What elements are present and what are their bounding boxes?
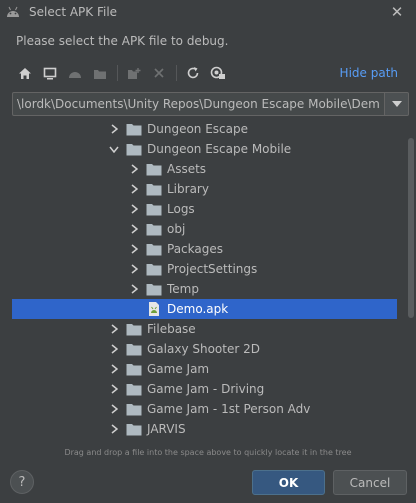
tree-folder-row[interactable]: Game Jam - Driving xyxy=(12,379,397,399)
chevron-right-icon[interactable] xyxy=(108,383,120,395)
tree-folder-row[interactable]: Game Jam xyxy=(12,359,397,379)
chevron-right-icon[interactable] xyxy=(108,403,120,415)
tree-folder-row[interactable]: Assets xyxy=(12,159,397,179)
module-icon[interactable] xyxy=(89,62,111,84)
ok-button[interactable]: OK xyxy=(252,470,325,495)
android-icon[interactable] xyxy=(64,62,86,84)
folder-icon xyxy=(126,362,142,376)
folder-icon xyxy=(146,262,162,276)
folder-icon xyxy=(126,382,142,396)
chevron-right-icon[interactable] xyxy=(128,263,140,275)
delete-icon[interactable] xyxy=(148,62,170,84)
tree-folder-row[interactable]: Filebase xyxy=(12,319,397,339)
tree-row-label: Game Jam xyxy=(147,362,210,376)
desktop-icon[interactable] xyxy=(39,62,61,84)
path-history-dropdown[interactable] xyxy=(385,92,409,116)
tree-folder-row[interactable]: Logs xyxy=(12,199,397,219)
chevron-right-icon[interactable] xyxy=(108,323,120,335)
tree-folder-row[interactable]: Packages xyxy=(12,239,397,259)
folder-icon xyxy=(146,182,162,196)
tree-row-label: Game Jam - 1st Person Adv xyxy=(147,402,311,416)
tree-folder-row[interactable]: obj xyxy=(12,219,397,239)
chevron-down-icon[interactable] xyxy=(108,143,120,155)
chevron-right-icon[interactable] xyxy=(128,183,140,195)
title-bar: Select APK File ✕ xyxy=(0,0,416,24)
tree-scrollbar[interactable] xyxy=(408,138,414,318)
tree-row-label: Dungeon Escape xyxy=(147,122,248,136)
toolbar-separator xyxy=(117,65,118,81)
folder-icon xyxy=(126,322,142,336)
chevron-right-icon[interactable] xyxy=(128,203,140,215)
folder-icon xyxy=(126,422,142,436)
drag-drop-hint: Drag and drop a file into the space abov… xyxy=(64,448,352,457)
tree-row-label: Logs xyxy=(167,202,195,216)
folder-icon xyxy=(126,122,142,136)
tree-row-label: Library xyxy=(167,182,209,196)
tree-folder-row[interactable]: Galaxy Shooter 2D xyxy=(12,339,397,359)
path-input[interactable] xyxy=(12,92,385,116)
chevron-right-icon[interactable] xyxy=(128,163,140,175)
tree-row-label: Demo.apk xyxy=(167,302,229,316)
file-tree[interactable]: Dungeon Escape Dungeon Escape Mobile Asset… xyxy=(12,118,409,438)
folder-icon xyxy=(146,202,162,216)
path-bar xyxy=(12,92,409,116)
tree-row-label: Temp xyxy=(167,282,199,296)
tree-row-label: Packages xyxy=(167,242,223,256)
folder-icon xyxy=(146,282,162,296)
tree-row-label: Galaxy Shooter 2D xyxy=(147,342,260,356)
tree-folder-row[interactable]: Library xyxy=(12,179,397,199)
chevron-right-icon[interactable] xyxy=(108,343,120,355)
show-hidden-icon[interactable] xyxy=(207,62,229,84)
folder-icon xyxy=(126,342,142,356)
prompt-text: Please select the APK file to debug. xyxy=(16,34,229,48)
folder-icon xyxy=(146,162,162,176)
folder-icon xyxy=(146,242,162,256)
chevron-right-icon[interactable] xyxy=(128,283,140,295)
tree-row-label: obj xyxy=(167,222,186,236)
tree-folder-row[interactable]: ProjectSettings xyxy=(12,259,397,279)
chevron-right-icon[interactable] xyxy=(108,363,120,375)
tree-row-label: Dungeon Escape Mobile xyxy=(147,142,292,156)
tree-row-label: Assets xyxy=(167,162,207,176)
new-folder-icon[interactable] xyxy=(123,62,145,84)
tree-row-label: JARVIS xyxy=(147,422,186,436)
tree-folder-row[interactable]: Dungeon Escape xyxy=(12,119,397,139)
chevron-right-icon[interactable] xyxy=(108,123,120,135)
tree-folder-row[interactable]: Temp xyxy=(12,279,397,299)
tree-folder-row[interactable]: Dungeon Escape Mobile xyxy=(12,139,397,159)
home-icon[interactable] xyxy=(14,62,36,84)
scrollbar-thumb[interactable] xyxy=(408,138,414,318)
tree-row-label: Filebase xyxy=(147,322,196,336)
folder-icon xyxy=(146,222,162,236)
tree-file-row[interactable]: Demo.apk xyxy=(12,299,397,319)
chevron-down-icon xyxy=(391,101,402,107)
folder-icon xyxy=(126,402,142,416)
tree-row-label: ProjectSettings xyxy=(167,262,258,276)
toolbar-separator xyxy=(176,65,177,81)
chevron-right-icon[interactable] xyxy=(128,223,140,235)
chevron-right-icon[interactable] xyxy=(108,423,120,435)
chevron-right-icon[interactable] xyxy=(128,243,140,255)
tree-folder-row[interactable]: JARVIS xyxy=(12,419,397,438)
folder-icon xyxy=(126,142,142,156)
refresh-icon[interactable] xyxy=(182,62,204,84)
tree-row-label: Game Jam - Driving xyxy=(147,382,265,396)
window-title: Select APK File xyxy=(29,5,118,19)
hide-path-link[interactable]: Hide path xyxy=(340,66,398,80)
cancel-button[interactable]: Cancel xyxy=(333,470,407,495)
help-button[interactable]: ? xyxy=(10,470,34,494)
apk-file-icon xyxy=(146,301,162,317)
android-studio-icon xyxy=(5,4,21,20)
tree-folder-row[interactable]: Game Jam - 1st Person Adv xyxy=(12,399,397,419)
close-icon[interactable]: ✕ xyxy=(388,3,406,21)
toolbar: Hide path xyxy=(14,62,404,84)
